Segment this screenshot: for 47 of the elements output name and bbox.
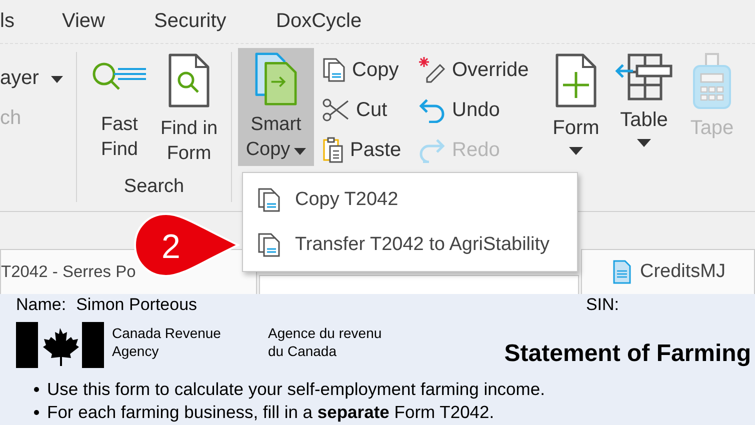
caret-icon xyxy=(569,147,583,155)
name-label: Name: xyxy=(16,295,66,315)
copy-icon xyxy=(322,57,346,83)
ribbon-button[interactable]: Copy xyxy=(322,50,418,90)
instruction-text: For each farming business, fill in a separate Form T2042. xyxy=(47,401,494,424)
ribbon-button[interactable]: Table xyxy=(612,48,676,151)
flag-icon xyxy=(16,322,104,368)
ribbon-button[interactable]: Form xyxy=(544,48,608,159)
menu-tab[interactable]: ls xyxy=(0,10,62,33)
menu-tab[interactable]: DoxCycle xyxy=(276,10,362,33)
ribbon-button[interactable]: Override xyxy=(418,50,540,90)
bullet-icon xyxy=(34,410,39,415)
redo-icon xyxy=(418,137,446,163)
new-document-icon xyxy=(553,52,599,110)
name-value: Simon Porteous xyxy=(76,295,198,315)
pencil-icon xyxy=(418,56,446,84)
smart-copy-button[interactable]: Smart Copy xyxy=(238,48,314,166)
clipboard-icon xyxy=(322,136,344,164)
ribbon-button[interactable]: Fast Find xyxy=(87,48,152,170)
instruction-text: Use this form to calculate your self-employment farming income. xyxy=(47,378,545,401)
caret-icon xyxy=(50,76,63,82)
document-tab[interactable] xyxy=(259,275,579,294)
group-label: Search xyxy=(124,176,184,198)
copy-icon xyxy=(257,232,281,258)
document-icon xyxy=(612,259,632,285)
ribbon-button[interactable]: Undo xyxy=(418,90,540,130)
table-icon xyxy=(615,52,673,102)
menu-item[interactable]: Copy T2042 xyxy=(243,177,577,222)
ribbon-button[interactable]: Find in Form xyxy=(157,48,221,170)
calculator-icon xyxy=(692,52,732,110)
document-tab[interactable]: CreditsMJ xyxy=(581,249,755,294)
caret-icon xyxy=(637,139,651,147)
scissors-icon xyxy=(322,98,350,122)
undo-icon xyxy=(418,97,446,123)
menu-tab[interactable]: Security xyxy=(154,10,276,33)
sin-label: SIN: xyxy=(586,295,619,315)
agency-name: Agence du revenu du Canada xyxy=(268,324,383,360)
form-title: Statement of Farming xyxy=(504,340,751,368)
ribbon-button[interactable]: ayer xyxy=(0,66,39,90)
caret-icon xyxy=(294,148,306,155)
ribbon-button[interactable]: Paste xyxy=(322,130,418,170)
agency-name: Canada Revenue Agency xyxy=(112,324,222,360)
copy-icon xyxy=(257,186,281,212)
menu-tab[interactable]: View xyxy=(62,10,154,33)
ribbon-button[interactable]: Cut xyxy=(322,90,418,130)
document-search-icon xyxy=(166,52,212,110)
bullet-icon xyxy=(34,387,39,392)
